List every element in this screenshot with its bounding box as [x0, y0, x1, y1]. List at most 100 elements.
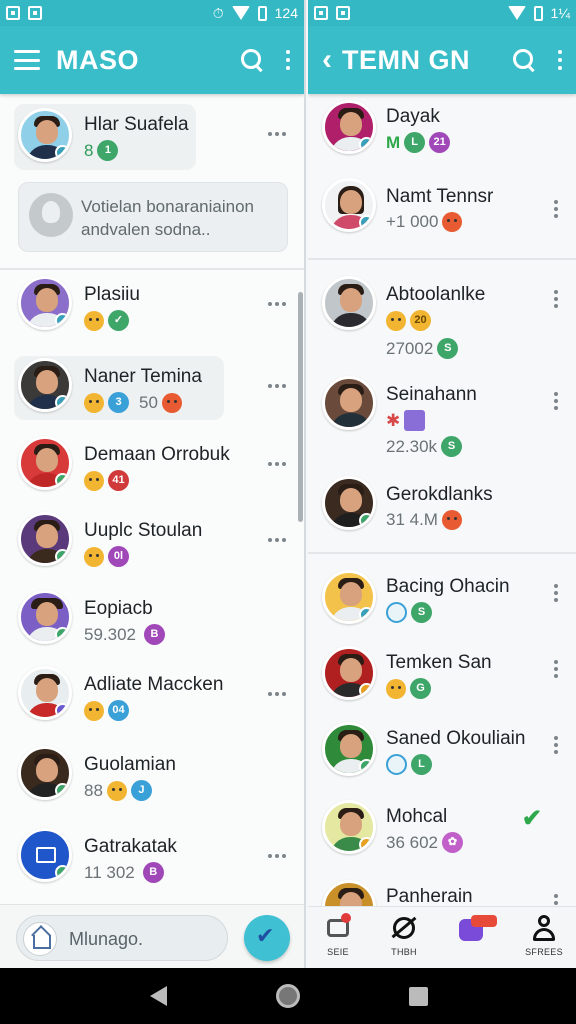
count-badge: B: [144, 624, 165, 645]
emoji-icon: [386, 678, 406, 699]
list-item[interactable]: Abtoolanlke 20 27002 S: [308, 270, 576, 359]
count-badge: 1: [97, 140, 119, 161]
list-item[interactable]: Mohcal 36 602 ✿ ✔: [308, 794, 576, 866]
avatar: [18, 358, 72, 412]
contact-name: Guolamian: [84, 754, 176, 775]
list-item[interactable]: Gerokdlanks 31 4.M: [308, 470, 576, 542]
contact-sub: 11 302: [84, 862, 135, 882]
status-bar-right: 1¼: [308, 0, 576, 26]
avatar: [18, 828, 72, 882]
list-item[interactable]: Gatrakatak 11 302 B: [0, 822, 304, 894]
avatar: [322, 276, 376, 330]
menu-icon[interactable]: [14, 50, 40, 70]
more-icon[interactable]: [554, 660, 558, 678]
contact-name: Adliate Maccken: [84, 674, 224, 695]
emoji-icon: [84, 700, 104, 721]
contact-sub: +1 000: [386, 212, 439, 231]
list-item[interactable]: Plasiiu ✓: [0, 270, 304, 342]
more-icon[interactable]: [554, 290, 558, 308]
nav-recents-icon[interactable]: [409, 987, 428, 1006]
list-item[interactable]: Guolamian 88 J: [0, 740, 304, 812]
more-icon[interactable]: [554, 584, 558, 602]
list-item[interactable]: Temken San G: [308, 640, 576, 712]
contact-sub: 22.30k: [386, 436, 438, 456]
contact-name: Mohcal: [386, 806, 448, 827]
avatar: [322, 800, 376, 854]
list-item[interactable]: Hlar Suafela 8 1: [0, 102, 304, 174]
grid-icon: [404, 410, 426, 431]
message-input[interactable]: Mlunago.: [16, 915, 228, 961]
divider: [308, 552, 576, 554]
tab-thbh[interactable]: THBH: [374, 913, 434, 957]
contact-name: Saned Okouliain: [386, 728, 526, 749]
sparkle-icon: ✱: [386, 410, 401, 430]
contact-name: Naner Temina: [84, 366, 202, 387]
count-badge: G: [410, 678, 431, 699]
status-icon: ✓: [108, 310, 129, 331]
list-item[interactable]: Eopiacb 59.302 B: [0, 584, 304, 656]
count-badge: S: [437, 338, 459, 359]
contact-name: Demaan Orrobuk: [84, 444, 230, 465]
info-text: Votielan bonaraniainon andvalen sodna..: [81, 197, 254, 239]
alarm-icon: ⏱: [212, 4, 224, 21]
list-item[interactable]: Demaan Orrobuk 41: [0, 430, 304, 502]
search-icon[interactable]: [512, 48, 536, 72]
more-icon[interactable]: [554, 392, 558, 410]
badge-text: 8: [84, 140, 94, 160]
list-item[interactable]: Naner Temina 3 50: [0, 352, 304, 424]
home-icon[interactable]: [23, 922, 57, 956]
nav-back-icon[interactable]: [150, 986, 167, 1006]
more-icon[interactable]: [554, 736, 558, 754]
count-badge: L: [411, 754, 432, 775]
search-icon[interactable]: [240, 48, 264, 72]
overflow-menu-icon[interactable]: [286, 50, 290, 70]
notification-icon: [6, 6, 20, 20]
contact-sub: M: [386, 132, 401, 152]
notification-icon: [314, 6, 328, 20]
list-item[interactable]: Uuplc Stoulan 0l: [0, 506, 304, 578]
count-badge: B: [142, 862, 164, 883]
more-icon[interactable]: [554, 200, 558, 218]
list-item[interactable]: Adliate Maccken 04: [0, 660, 304, 732]
list-item[interactable]: Seinahann ✱ 22.30k S: [308, 370, 576, 457]
avatar: [18, 108, 72, 162]
contact-name: Temken San: [386, 652, 492, 673]
avatar: [18, 512, 72, 566]
count-badge: S: [441, 436, 463, 457]
contact-name: Plasiiu: [84, 284, 140, 305]
emoji-icon: [106, 780, 127, 801]
back-icon[interactable]: ‹: [322, 45, 332, 75]
tab-messages[interactable]: [440, 913, 500, 947]
avatar: [322, 722, 376, 776]
more-icon[interactable]: [268, 854, 286, 858]
more-icon[interactable]: [268, 132, 286, 136]
avatar: [18, 746, 72, 800]
message-placeholder: Mlunago.: [69, 929, 144, 949]
overflow-menu-icon[interactable]: [558, 50, 562, 70]
avatar: [322, 476, 376, 530]
profile-icon: [529, 913, 559, 943]
more-icon[interactable]: [268, 302, 286, 306]
list-item[interactable]: Bacing Ohacin S: [308, 564, 576, 636]
count-badge: L: [404, 132, 426, 153]
more-icon[interactable]: [268, 462, 286, 466]
divider: [308, 258, 576, 260]
more-icon[interactable]: [268, 384, 286, 388]
scrollbar[interactable]: [298, 292, 303, 522]
avatar: [322, 376, 376, 430]
send-button[interactable]: [244, 915, 290, 961]
list-item[interactable]: Saned Okouliain L: [308, 716, 576, 788]
nav-home-icon[interactable]: [276, 984, 300, 1008]
contact-name: Bacing Ohacin: [386, 576, 510, 597]
contact-name: Gerokdlanks: [386, 484, 493, 505]
more-icon[interactable]: [268, 692, 286, 696]
count-badge: 41: [108, 470, 129, 491]
list-item[interactable]: Dayak M L 21: [308, 94, 576, 166]
count-badge: 3: [108, 392, 129, 413]
contact-name: Gatrakatak: [84, 836, 177, 857]
tab-sfrees[interactable]: SFREES: [514, 913, 574, 957]
list-item[interactable]: Namt Tennsr +1 000: [308, 172, 576, 244]
more-icon[interactable]: [268, 538, 286, 542]
emoji-icon: [84, 546, 104, 567]
tab-seie[interactable]: SEIE: [308, 913, 368, 957]
